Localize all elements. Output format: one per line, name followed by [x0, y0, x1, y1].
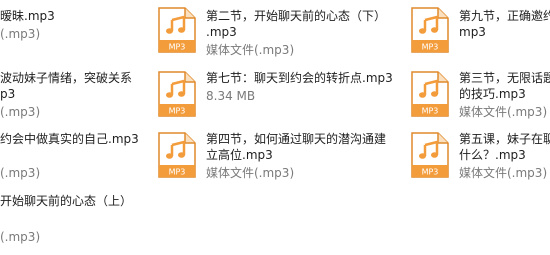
file-type: 媒体文件(.mp3) — [206, 166, 295, 180]
svg-text:MP3: MP3 — [169, 107, 186, 116]
file-name-line2: 的技巧.mp3 — [459, 87, 526, 101]
mp3-file-icon: MP3 — [410, 70, 450, 118]
file-type: (.mp3) — [0, 27, 41, 41]
file-type: (.mp3) — [0, 105, 41, 119]
file-name-line2: mp3 — [459, 25, 486, 39]
mp3-file-icon: MP3 — [157, 6, 197, 54]
svg-text:MP3: MP3 — [169, 168, 186, 177]
file-name: 第七节：聊天到约会的转折点.mp3 — [206, 71, 393, 85]
svg-text:MP3: MP3 — [422, 43, 439, 52]
file-type: 媒体文件(.mp3) — [206, 43, 295, 57]
file-type: (.mp3) — [0, 230, 41, 244]
svg-text:MP3: MP3 — [422, 107, 439, 116]
file-name: 开始聊天前的心态（上） — [0, 194, 133, 208]
file-size: 8.34 MB — [206, 89, 256, 103]
mp3-file-icon: MP3 — [410, 131, 450, 179]
file-name: 第九节，正确邀约 — [459, 9, 550, 23]
svg-text:MP3: MP3 — [422, 168, 439, 177]
mp3-file-icon: MP3 — [157, 70, 197, 118]
file-name-line2: .mp3 — [206, 25, 237, 39]
file-name: 暧昧.mp3 — [0, 9, 55, 23]
file-name: 第二节，开始聊天前的心态（下） — [206, 9, 387, 23]
file-type: 媒体文件(.mp3) — [459, 105, 548, 119]
file-name-line2: 立高位.mp3 — [206, 148, 273, 162]
file-type: (.mp3) — [0, 166, 41, 180]
file-name: 约会中做真实的自己.mp3 — [0, 132, 139, 146]
file-name: 第五课，妹子在聊 — [459, 132, 550, 146]
mp3-file-icon: MP3 — [157, 131, 197, 179]
file-type: 媒体文件(.mp3) — [459, 166, 548, 180]
svg-text:MP3: MP3 — [169, 43, 186, 52]
file-name: 波动妹子情绪，突破关系 — [0, 71, 133, 85]
file-name: 第四节，如何通过聊天的潜沟通建 — [206, 132, 387, 146]
file-name-line2: p3 — [0, 87, 16, 101]
file-name-line2: 什么？.mp3 — [459, 148, 526, 162]
file-name: 第三节，无限话题 — [459, 71, 550, 85]
mp3-file-icon: MP3 — [410, 6, 450, 54]
